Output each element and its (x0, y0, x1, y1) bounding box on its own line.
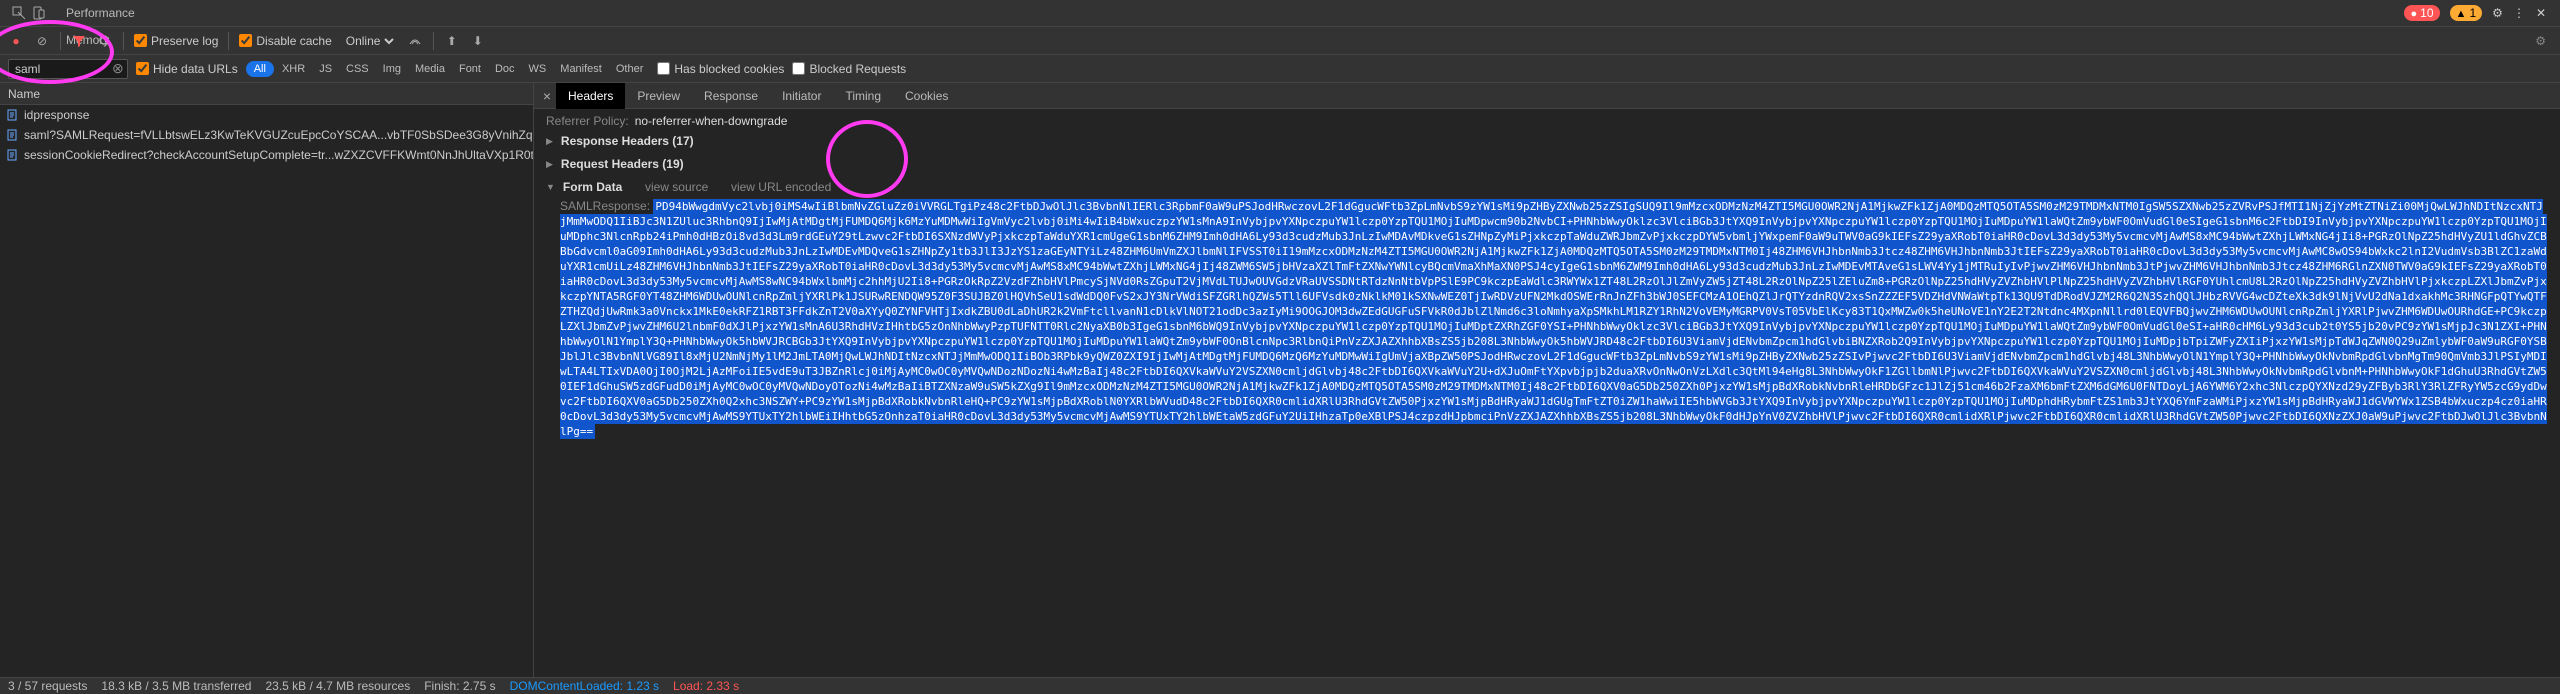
more-icon[interactable]: ⋮ (2513, 6, 2526, 20)
warning-count-badge[interactable]: ▲ 1 (2450, 5, 2483, 21)
status-load: Load: 2.33 s (673, 679, 739, 693)
response-headers-section[interactable]: Response Headers (17) (546, 130, 2548, 153)
request-row[interactable]: sessionCookieRedirect?checkAccountSetupC… (0, 145, 533, 165)
request-headers-section[interactable]: Request Headers (19) (546, 153, 2548, 176)
filter-type-font[interactable]: Font (453, 61, 487, 77)
detail-tab-response[interactable]: Response (692, 83, 770, 109)
filter-type-css[interactable]: CSS (340, 61, 375, 77)
tab-performance[interactable]: Performance (54, 0, 147, 27)
view-url-encoded-link[interactable]: view URL encoded (731, 180, 831, 195)
import-har-icon[interactable]: ⬆ (444, 33, 460, 49)
referrer-policy-value: no-referrer-when-downgrade (635, 114, 788, 129)
detail-tab-headers[interactable]: Headers (556, 83, 625, 109)
filter-type-doc[interactable]: Doc (489, 61, 521, 77)
record-icon[interactable]: ● (8, 33, 24, 49)
request-row[interactable]: idpresponse (0, 105, 533, 125)
status-dcl: DOMContentLoaded: 1.23 s (510, 679, 659, 693)
network-conditions-icon[interactable] (407, 33, 423, 49)
blocked-requests-checkbox[interactable]: Blocked Requests (792, 62, 906, 76)
filter-type-media[interactable]: Media (409, 61, 451, 77)
filter-type-img[interactable]: Img (377, 61, 407, 77)
filter-type-xhr[interactable]: XHR (276, 61, 311, 77)
network-toolbar: ● ⊘ Preserve log Disable cache Online ⬆ … (0, 27, 2560, 55)
form-data-section[interactable]: Form Data view source view URL encoded (546, 176, 2548, 199)
close-detail-icon[interactable]: × (538, 88, 556, 104)
status-requests: 3 / 57 requests (8, 679, 87, 693)
blocked-cookies-checkbox[interactable]: Has blocked cookies (657, 62, 784, 76)
filter-type-manifest[interactable]: Manifest (554, 61, 608, 77)
close-devtools-icon[interactable]: ✕ (2536, 6, 2546, 20)
status-transferred: 18.3 kB / 3.5 MB transferred (101, 679, 251, 693)
main-tab-bar: ElementsConsoleSourcesNetworkPerformance… (0, 0, 2560, 27)
status-resources: 23.5 kB / 4.7 MB resources (265, 679, 410, 693)
request-row[interactable]: saml?SAMLRequest=fVLLbtswELz3KwTeKVGUZcu… (0, 125, 533, 145)
error-count-badge[interactable]: ● 10 (2404, 5, 2439, 21)
view-source-link[interactable]: view source (645, 180, 708, 195)
request-list-panel: Name idpresponsesaml?SAMLRequest=fVLLbts… (0, 83, 534, 677)
disable-cache-checkbox[interactable]: Disable cache (239, 34, 331, 48)
filter-bar: ⊗ Hide data URLs AllXHRJSCSSImgMediaFont… (0, 55, 2560, 83)
settings-icon[interactable]: ⚙ (2492, 6, 2503, 20)
detail-tab-initiator[interactable]: Initiator (770, 83, 833, 109)
filter-input[interactable] (8, 59, 128, 79)
filter-type-other[interactable]: Other (610, 61, 650, 77)
export-har-icon[interactable]: ⬇ (470, 33, 486, 49)
search-icon[interactable] (97, 33, 113, 49)
detail-tab-preview[interactable]: Preview (625, 83, 692, 109)
device-icon[interactable] (32, 6, 46, 20)
referrer-policy-key: Referrer Policy: (546, 114, 629, 129)
detail-tab-timing[interactable]: Timing (833, 83, 893, 109)
saml-response-key: SAMLResponse: (560, 199, 650, 213)
status-finish: Finish: 2.75 s (424, 679, 495, 693)
network-settings-icon[interactable]: ⚙ (2535, 34, 2552, 48)
filter-toggle-icon[interactable] (71, 33, 87, 49)
status-bar: 3 / 57 requests 18.3 kB / 3.5 MB transfe… (0, 677, 2560, 694)
filter-type-all[interactable]: All (246, 61, 274, 77)
saml-response-value[interactable]: PD94bWwgdmVyc2lvbj0iMS4wIiBlbmNvZGluZz0i… (560, 199, 2547, 439)
filter-type-js[interactable]: JS (313, 61, 338, 77)
name-column-header[interactable]: Name (0, 83, 533, 105)
inspect-icon[interactable] (12, 6, 26, 20)
filter-type-ws[interactable]: WS (523, 61, 553, 77)
throttling-select[interactable]: Online (342, 33, 397, 49)
clear-icon[interactable]: ⊘ (34, 33, 50, 49)
request-detail-panel: × HeadersPreviewResponseInitiatorTimingC… (534, 83, 2560, 677)
detail-tab-cookies[interactable]: Cookies (893, 83, 960, 109)
preserve-log-checkbox[interactable]: Preserve log (134, 34, 218, 48)
hide-data-urls-checkbox[interactable]: Hide data URLs (136, 62, 238, 76)
clear-filter-icon[interactable]: ⊗ (112, 60, 124, 77)
